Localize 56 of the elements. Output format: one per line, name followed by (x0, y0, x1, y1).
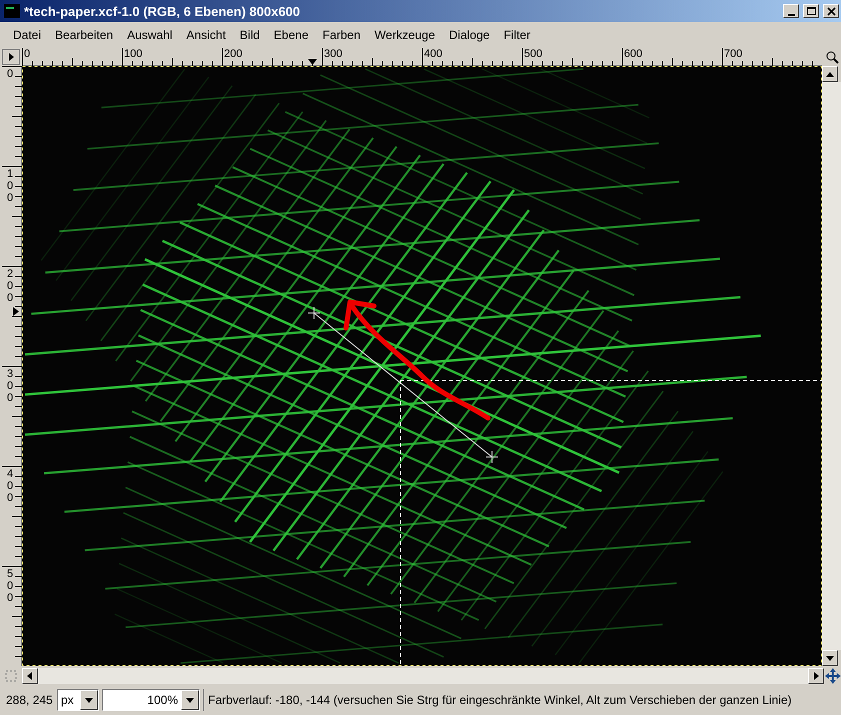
ruler-label: 500 (7, 568, 14, 604)
zoom-icon[interactable] (824, 50, 838, 64)
horizontal-scrollbar[interactable] (38, 668, 808, 684)
menu-item[interactable]: Filter (496, 28, 538, 42)
menu-item[interactable]: Farben (316, 28, 368, 42)
ruler-label: 400 (7, 468, 14, 504)
triangle-left-icon (27, 672, 32, 680)
ruler-label: 500 (524, 48, 542, 60)
triangle-down-icon (186, 698, 194, 702)
triangle-right-icon (814, 672, 819, 680)
navigate-icon[interactable] (825, 668, 841, 684)
menu-item[interactable]: Werkzeuge (368, 28, 442, 42)
window-title: *tech-paper.xcf-1.0 (RGB, 6 Ebenen) 800x600 (24, 4, 302, 18)
status-message: Farbverlauf: -180, -144 (versuchen Sie Strg für eingeschränkte Winkel, Alt zum Verschieben der ganzen Linie) (203, 689, 792, 711)
app-icon (4, 4, 20, 18)
scroll-up-button[interactable] (822, 66, 838, 82)
maximize-button[interactable] (803, 4, 819, 18)
triangle-down-icon (85, 698, 93, 702)
vertical-scrollbar[interactable] (822, 82, 841, 650)
menu-item[interactable]: Bild (232, 28, 267, 42)
selection-icon[interactable] (4, 668, 18, 682)
ruler-label: 100 (124, 48, 142, 60)
maximize-icon (804, 5, 818, 17)
menu-arrow-button[interactable] (2, 49, 20, 65)
scroll-right-button[interactable] (808, 668, 824, 684)
ruler-label: 700 (724, 48, 742, 60)
ruler-label: 600 (624, 48, 642, 60)
unit-dropdown[interactable]: px (57, 689, 99, 711)
close-button[interactable] (823, 4, 839, 18)
scroll-down-button[interactable] (822, 650, 838, 666)
ruler-label: 300 (324, 48, 342, 60)
ruler-label: 300 (7, 368, 14, 404)
menu-item[interactable]: Bearbeiten (48, 28, 120, 42)
menu-item[interactable]: Ebene (266, 28, 316, 42)
triangle-down-icon (826, 656, 834, 660)
ruler-label: 200 (7, 268, 14, 304)
ruler-label: 200 (224, 48, 242, 60)
gradient-line[interactable] (308, 306, 498, 464)
ruler-label: 0 (24, 48, 30, 60)
ruler-label: 100 (7, 168, 14, 204)
pointer-marker-icon (13, 307, 19, 316)
menu-item[interactable]: Auswahl (120, 28, 180, 42)
ruler-label: 400 (424, 48, 442, 60)
menu-item[interactable]: Ansicht (179, 28, 233, 42)
zoom-dropdown[interactable]: 100% (102, 689, 200, 711)
pointer-coordinates: 288, 245 (6, 693, 54, 707)
minimize-icon (788, 14, 794, 16)
menu-item[interactable]: Datei (6, 28, 48, 42)
minimize-button[interactable] (783, 4, 799, 18)
scroll-left-button[interactable] (22, 668, 38, 684)
close-icon (824, 5, 838, 17)
triangle-right-icon (7, 53, 15, 61)
triangle-up-icon (826, 72, 834, 76)
ruler-label: 0 (7, 68, 14, 80)
menu-item[interactable]: Dialoge (442, 28, 497, 42)
pointer-marker-icon (308, 59, 317, 65)
